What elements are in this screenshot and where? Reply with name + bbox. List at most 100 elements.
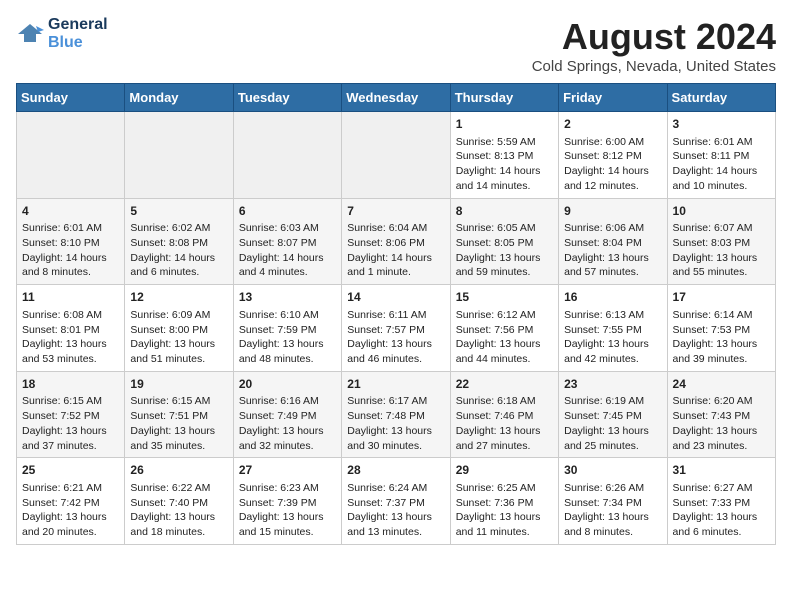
day-info: Daylight: 13 hours and 37 minutes. [22,424,119,453]
day-info: Sunset: 7:53 PM [673,323,770,338]
day-number: 14 [347,289,444,306]
day-info: Sunset: 7:33 PM [673,496,770,511]
day-info: Sunrise: 6:24 AM [347,481,444,496]
day-info: Daylight: 13 hours and 44 minutes. [456,337,553,366]
day-info: Sunset: 7:39 PM [239,496,336,511]
day-info: Sunset: 7:57 PM [347,323,444,338]
calendar-cell: 12Sunrise: 6:09 AMSunset: 8:00 PMDayligh… [125,285,233,372]
calendar-cell: 13Sunrise: 6:10 AMSunset: 7:59 PMDayligh… [233,285,341,372]
logo: General Blue [16,16,108,51]
day-number: 1 [456,116,553,133]
day-info: Sunrise: 6:21 AM [22,481,119,496]
day-info: Sunset: 8:05 PM [456,236,553,251]
day-number: 3 [673,116,770,133]
day-info: Sunrise: 6:14 AM [673,308,770,323]
day-number: 26 [130,462,227,479]
day-info: Daylight: 13 hours and 23 minutes. [673,424,770,453]
day-info: Sunset: 7:37 PM [347,496,444,511]
day-info: Sunset: 7:51 PM [130,409,227,424]
day-info: Daylight: 13 hours and 39 minutes. [673,337,770,366]
day-info: Sunrise: 6:20 AM [673,394,770,409]
day-info: Sunrise: 6:10 AM [239,308,336,323]
week-row-4: 18Sunrise: 6:15 AMSunset: 7:52 PMDayligh… [17,371,776,458]
day-info: Daylight: 14 hours and 6 minutes. [130,251,227,280]
day-info: Sunset: 8:10 PM [22,236,119,251]
weekday-header-tuesday: Tuesday [233,84,341,112]
day-info: Sunset: 7:46 PM [456,409,553,424]
day-number: 6 [239,203,336,220]
day-info: Daylight: 14 hours and 14 minutes. [456,164,553,193]
day-info: Daylight: 13 hours and 53 minutes. [22,337,119,366]
day-info: Daylight: 13 hours and 48 minutes. [239,337,336,366]
week-row-2: 4Sunrise: 6:01 AMSunset: 8:10 PMDaylight… [17,198,776,285]
day-info: Sunrise: 6:09 AM [130,308,227,323]
day-info: Sunrise: 6:16 AM [239,394,336,409]
day-info: Sunset: 7:56 PM [456,323,553,338]
day-number: 21 [347,376,444,393]
calendar-cell: 15 Sunrise: 6:12 AMSunset: 7:56 PMDayligh… [450,285,558,372]
calendar-cell: 18Sunrise: 6:15 AMSunset: 7:52 PMDayligh… [17,371,125,458]
calendar-cell: 3Sunrise: 6:01 AMSunset: 8:11 PMDaylight… [667,112,775,199]
calendar-cell: 10Sunrise: 6:07 AMSunset: 8:03 PMDayligh… [667,198,775,285]
weekday-header-saturday: Saturday [667,84,775,112]
day-info: Daylight: 14 hours and 1 minute. [347,251,444,280]
day-info: Daylight: 14 hours and 4 minutes. [239,251,336,280]
calendar-cell: 14Sunrise: 6:11 AMSunset: 7:57 PMDayligh… [342,285,450,372]
day-number: 30 [564,462,661,479]
day-number: 4 [22,203,119,220]
day-info: Sunrise: 6:03 AM [239,221,336,236]
day-info: Sunset: 7:55 PM [564,323,661,338]
day-number: 20 [239,376,336,393]
day-info: Daylight: 13 hours and 11 minutes. [456,510,553,539]
day-info: Sunset: 8:01 PM [22,323,119,338]
calendar-cell [17,112,125,199]
day-number: 16 [564,289,661,306]
calendar-cell: 31Sunrise: 6:27 AMSunset: 7:33 PMDayligh… [667,458,775,545]
day-info: Daylight: 14 hours and 10 minutes. [673,164,770,193]
day-info: Daylight: 13 hours and 8 minutes. [564,510,661,539]
day-info: Daylight: 13 hours and 20 minutes. [22,510,119,539]
day-info: Daylight: 13 hours and 57 minutes. [564,251,661,280]
title-block: August 2024 Cold Springs, Nevada, United… [532,16,776,75]
calendar-cell: 30Sunrise: 6:26 AMSunset: 7:34 PMDayligh… [559,458,667,545]
day-info: Sunrise: 6:02 AM [130,221,227,236]
day-number: 27 [239,462,336,479]
calendar-cell: 17Sunrise: 6:14 AMSunset: 7:53 PMDayligh… [667,285,775,372]
calendar-cell [125,112,233,199]
day-info: Sunset: 7:43 PM [673,409,770,424]
day-info: Sunset: 8:04 PM [564,236,661,251]
calendar-cell: 5Sunrise: 6:02 AMSunset: 8:08 PMDaylight… [125,198,233,285]
calendar-cell: 1Sunrise: 5:59 AMSunset: 8:13 PMDaylight… [450,112,558,199]
calendar-cell: 29Sunrise: 6:25 AMSunset: 7:36 PMDayligh… [450,458,558,545]
calendar-table: SundayMondayTuesdayWednesdayThursdayFrid… [16,83,776,545]
day-info: Sunset: 8:11 PM [673,149,770,164]
day-info: Sunrise: 6:07 AM [673,221,770,236]
day-info: Sunset: 7:42 PM [22,496,119,511]
day-info: Daylight: 13 hours and 32 minutes. [239,424,336,453]
day-info: Sunrise: 6:25 AM [456,481,553,496]
day-number: 18 [22,376,119,393]
day-number: 5 [130,203,227,220]
calendar-cell: 7Sunrise: 6:04 AMSunset: 8:06 PMDaylight… [342,198,450,285]
day-info: Daylight: 13 hours and 6 minutes. [673,510,770,539]
weekday-header-friday: Friday [559,84,667,112]
day-info: Daylight: 14 hours and 8 minutes. [22,251,119,280]
day-info: Sunrise: 6:08 AM [22,308,119,323]
day-info: Sunset: 8:08 PM [130,236,227,251]
day-info: Daylight: 13 hours and 35 minutes. [130,424,227,453]
day-info: Sunrise: 6:13 AM [564,308,661,323]
day-number: 25 [22,462,119,479]
day-info: Sunrise: 6:04 AM [347,221,444,236]
calendar-cell: 20Sunrise: 6:16 AMSunset: 7:49 PMDayligh… [233,371,341,458]
calendar-cell: 4Sunrise: 6:01 AMSunset: 8:10 PMDaylight… [17,198,125,285]
day-number: 24 [673,376,770,393]
day-number: 29 [456,462,553,479]
week-row-1: 1Sunrise: 5:59 AMSunset: 8:13 PMDaylight… [17,112,776,199]
day-info: Sunset: 7:48 PM [347,409,444,424]
calendar-cell: 27Sunrise: 6:23 AMSunset: 7:39 PMDayligh… [233,458,341,545]
page-subtitle: Cold Springs, Nevada, United States [532,58,776,75]
day-info: Daylight: 13 hours and 55 minutes. [673,251,770,280]
day-info: Sunrise: 6:12 AM [456,308,553,323]
day-info: Sunset: 8:12 PM [564,149,661,164]
day-number: 15 [456,289,553,306]
